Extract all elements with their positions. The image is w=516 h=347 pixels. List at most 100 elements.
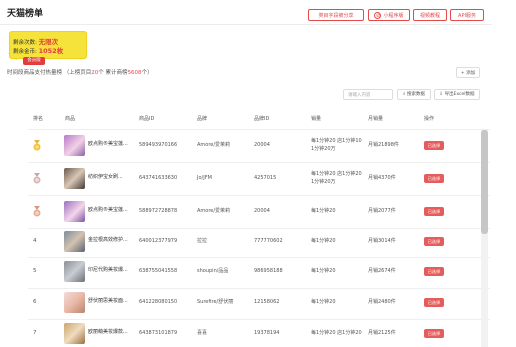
product-id: 588972728878 <box>139 208 178 214</box>
brand-name: Amore/爱茉莉 <box>197 208 231 214</box>
api-service-button[interactable]: API服务 <box>450 9 484 21</box>
export-excel-button[interactable]: ⇩ 导出Excel数据 <box>434 89 480 100</box>
gold-medal-icon <box>33 140 41 151</box>
product-thumbnail[interactable] <box>64 292 85 313</box>
sales-line-2: 1分钟20万 <box>311 179 336 185</box>
sales-line-1: 每1分钟20 <box>311 268 336 274</box>
product-name[interactable]: 舒伏丽思美妆面... <box>88 297 136 304</box>
search-button-label: 搜索数据 <box>406 92 425 97</box>
product-id: 641228080150 <box>139 299 178 305</box>
video-tutorial-button[interactable]: 视频教程 <box>413 9 447 21</box>
product-thumbnail[interactable] <box>64 135 85 156</box>
scrollbar-thumb[interactable] <box>481 130 488 234</box>
header-product-id: 商品ID <box>139 116 155 122</box>
monthly-sales: 月销2480件 <box>368 299 396 305</box>
page: 天猫榜单 类目字段被分享 ⊘ 小程序版 视频教程 API服务 剩余次数: 无限次 … <box>0 0 516 347</box>
sales-line-1: 每1分钟20 店1分钟20 <box>311 330 362 336</box>
product-id: 589493970166 <box>139 142 178 148</box>
ranking-summary: 时间段商品支付热量榜 （上榜页目20个 累计商榜5608个） <box>7 68 153 76</box>
sales-line-1: 每1分钟20 <box>311 299 336 305</box>
summary-total-suffix: 个） <box>141 70 153 76</box>
select-button[interactable]: 已选择 <box>424 329 444 338</box>
brand-id: 4257015 <box>254 175 277 181</box>
sales-line-1: 每1分钟20 <box>311 208 336 214</box>
header-rank: 排名 <box>33 116 44 122</box>
product-thumbnail[interactable] <box>64 201 85 222</box>
product-thumbnail[interactable] <box>64 261 85 282</box>
sales-line-1: 每1分钟20 店1分钟20 <box>311 171 362 177</box>
summary-total-count: 5608 <box>127 70 142 76</box>
brand-name: Surefire/舒伏丽 <box>197 299 234 305</box>
search-input[interactable] <box>343 89 393 100</box>
brand-id: 777770602 <box>254 238 283 244</box>
search-icon: ⌕ <box>403 92 406 97</box>
product-id: 643741633630 <box>139 175 178 181</box>
table-row: 欧点购®美宝莲... 589493970166 Amore/爱茉莉 20004 … <box>0 130 492 163</box>
product-thumbnail[interactable] <box>64 323 85 344</box>
table-row: 纺织伊宝女刷... 643741633630 Jo/JFM 4257015 每1… <box>0 163 492 196</box>
table-row: 7 欧丽萌美妆爆款... 643873101879 喜喜 19378194 每1… <box>0 320 492 347</box>
brand-id: 20004 <box>254 142 270 148</box>
sales-line-1: 每1分钟20 <box>311 238 336 244</box>
select-button[interactable]: 已选择 <box>424 237 444 246</box>
product-name[interactable]: 印尼代购美妆爆... <box>88 266 136 273</box>
brand-id: 19378194 <box>254 330 280 336</box>
header-brand-id: 品牌ID <box>254 116 270 122</box>
rank-number: 6 <box>33 299 37 305</box>
export-icon: ⇩ <box>439 92 444 97</box>
select-button[interactable]: 已选择 <box>424 298 444 307</box>
summary-prefix: 时间段商品支付热量榜 <box>7 70 63 76</box>
member-promo-banner: 剩余次数: 无限次 剩余金币: 1052枚 <box>9 31 87 59</box>
sales-line-1: 每1分钟20 店1分钟10 <box>311 138 362 144</box>
product-name[interactable]: 金拉根高效修护... <box>88 236 136 243</box>
monthly-sales: 月销2077件 <box>368 208 396 214</box>
select-button[interactable]: 已选择 <box>424 174 444 183</box>
select-button[interactable]: 已选择 <box>424 207 444 216</box>
table-row: 6 舒伏丽思美妆面... 641228080150 Surefire/舒伏丽 1… <box>0 289 492 322</box>
sales-line-2: 1分钟20万 <box>311 146 336 152</box>
brand-id: 20004 <box>254 208 270 214</box>
bronze-medal-icon <box>33 206 41 217</box>
rank-number: 5 <box>33 268 37 274</box>
monthly-sales: 月销4370件 <box>368 175 396 181</box>
member-badge[interactable]: 会员版 <box>23 57 45 65</box>
summary-total-prefix: 累计商榜 <box>105 70 128 76</box>
table-header: 排名 商品 商品ID 品牌 品牌ID 销量 月销量 操作 <box>0 105 492 129</box>
product-name[interactable]: 欧点购®美宝莲... <box>88 206 136 213</box>
brand-name: Amore/爱茉莉 <box>197 142 231 148</box>
brand-id: 986958188 <box>254 268 283 274</box>
header-sales: 销量 <box>311 116 322 122</box>
share-button-label: 类目字段被分享 <box>318 13 354 19</box>
product-thumbnail[interactable] <box>64 168 85 189</box>
video-tutorial-label: 视频教程 <box>419 13 440 19</box>
product-thumbnail[interactable] <box>64 231 85 252</box>
product-name[interactable]: 欧点购®美宝莲... <box>88 140 136 147</box>
product-name[interactable]: 欧丽萌美妆爆款... <box>88 328 136 335</box>
product-name[interactable]: 纺织伊宝女刷... <box>88 173 136 180</box>
export-button-label: 导出Excel数据 <box>444 92 475 97</box>
monthly-sales: 月销21898件 <box>368 142 399 148</box>
table-row: 5 印尼代购美妆爆... 638755041558 shoupin/品品 986… <box>0 258 492 291</box>
remaining-coins-value: 1052枚 <box>38 47 64 55</box>
select-button[interactable]: 已选择 <box>424 141 444 150</box>
brand-name: 喜喜 <box>197 330 208 336</box>
rank-number: 7 <box>33 330 37 336</box>
brand-name: shoupin/品品 <box>197 268 229 274</box>
mini-program-button[interactable]: ⊘ 小程序版 <box>368 9 410 21</box>
page-title: 天猫榜单 <box>7 9 44 19</box>
add-button[interactable]: + 添加 <box>456 67 480 78</box>
brand-id: 12158062 <box>254 299 280 305</box>
share-category-button[interactable]: 类目字段被分享 <box>308 9 364 21</box>
rank-number: 4 <box>33 238 37 244</box>
search-button[interactable]: ⌕ 搜索数据 <box>397 89 431 100</box>
summary-update-suffix: 个 <box>98 70 104 76</box>
select-button[interactable]: 已选择 <box>424 267 444 276</box>
product-id: 643873101879 <box>139 330 178 336</box>
brand-name: 拉拉 <box>197 238 208 244</box>
table-row: 欧点购®美宝莲... 588972728878 Amore/爱茉莉 20004 … <box>0 196 492 229</box>
summary-update-prefix: （上榜页目 <box>63 70 92 76</box>
block-icon: ⊘ <box>374 12 382 19</box>
product-id: 640012377979 <box>139 238 178 244</box>
monthly-sales: 月销2125件 <box>368 330 396 336</box>
header-monthly-sales: 月销量 <box>368 116 384 122</box>
